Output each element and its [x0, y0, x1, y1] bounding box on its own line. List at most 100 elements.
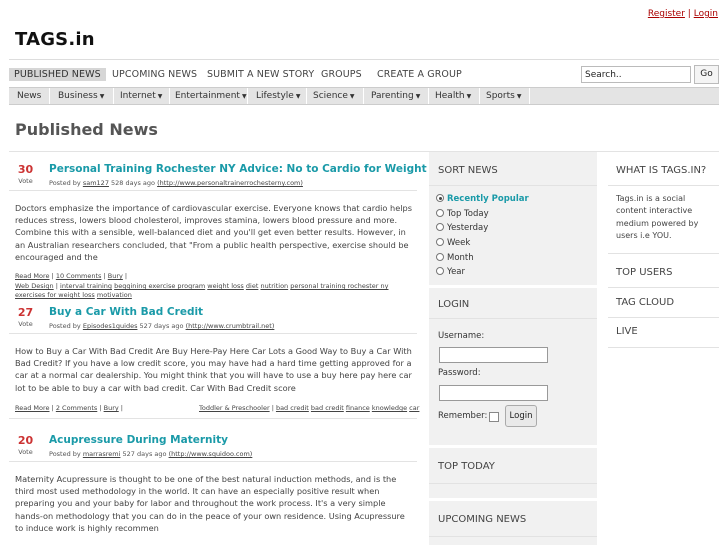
live-heading[interactable]: LIVE [616, 326, 638, 337]
divider [429, 185, 597, 186]
comments-link[interactable]: 10 Comments [56, 272, 102, 280]
story-url[interactable]: (http://www.crumbtrail.net) [186, 322, 275, 330]
radio-icon [436, 223, 444, 231]
story-item: 27 Vote Buy a Car With Bad Credit Posted… [9, 306, 420, 426]
chevron-down-icon: ▼ [157, 93, 163, 100]
sort-option-month[interactable]: Month [436, 253, 474, 263]
category-news[interactable]: News [17, 91, 41, 101]
category-lifestyle[interactable]: Lifestyle ▼ [256, 91, 300, 101]
sort-option-top-today[interactable]: Top Today [436, 209, 489, 219]
category-bar: News Business ▼ Internet ▼ Entertainment ▼ … [9, 87, 719, 105]
top-today-heading[interactable]: TOP TODAY [438, 461, 495, 472]
password-label: Password: [438, 368, 481, 378]
divider [429, 498, 597, 501]
top-links-separator: | [687, 9, 691, 19]
nav-published-news[interactable]: PUBLISHED NEWS [9, 68, 106, 81]
story-tags: Toddler & Preschooler | bad credit bad c… [199, 404, 420, 412]
tag-link[interactable]: nutrition [260, 282, 288, 290]
story-url[interactable]: (http://www.squidoo.com) [169, 450, 253, 458]
category-entertainment[interactable]: Entertainment ▼ [175, 91, 247, 101]
chevron-down-icon: ▼ [349, 93, 355, 100]
tag-link[interactable]: motivation [97, 291, 132, 299]
category-internet[interactable]: Internet ▼ [120, 91, 162, 101]
divider [608, 253, 719, 254]
story-title[interactable]: Buy a Car With Bad Credit [49, 306, 203, 318]
sort-option-year[interactable]: Year [436, 267, 465, 277]
vote-count: 27 [17, 306, 34, 319]
search-go-button[interactable]: Go [694, 65, 719, 84]
remember-label: Remember: [438, 411, 488, 421]
nav-upcoming-news[interactable]: UPCOMING NEWS [112, 69, 197, 80]
story-title[interactable]: Personal Training Rochester NY Advice: N… [49, 163, 457, 175]
sort-option-week[interactable]: Week [436, 238, 470, 248]
tag-link[interactable]: knowledge [372, 404, 407, 412]
story-author[interactable]: sam127 [83, 179, 109, 187]
story-actions: Read More | 10 Comments | Bury | [15, 272, 128, 280]
story-meta: Posted by Episodes1guides 527 days ago (… [49, 322, 275, 330]
tag-link[interactable]: personal training rochester ny [290, 282, 388, 290]
bury-link[interactable]: Bury [104, 404, 119, 412]
category-health[interactable]: Health ▼ [435, 91, 471, 101]
tag-cloud-heading[interactable]: TAG CLOUD [616, 297, 674, 308]
vote-label: Vote [18, 320, 33, 328]
group-link[interactable]: Web Design [15, 282, 54, 290]
top-users-heading[interactable]: TOP USERS [616, 267, 672, 278]
chevron-down-icon: ▼ [516, 93, 522, 100]
tag-link[interactable]: finance [346, 404, 370, 412]
read-more-link[interactable]: Read More [15, 404, 50, 412]
register-link[interactable]: Register [648, 9, 685, 19]
story-author[interactable]: marrasremi [83, 450, 121, 458]
login-link[interactable]: Login [694, 9, 718, 19]
what-is-heading: WHAT IS TAGS.IN? [616, 165, 707, 176]
vote-box[interactable]: 20 Vote [9, 434, 42, 456]
sort-option-yesterday[interactable]: Yesterday [436, 223, 488, 233]
vote-count: 30 [17, 163, 34, 176]
tag-link[interactable]: bad credit [311, 404, 344, 412]
nav-groups[interactable]: GROUPS [321, 69, 362, 80]
tag-link[interactable]: weight loss [207, 282, 244, 290]
radio-icon [436, 238, 444, 246]
story-url[interactable]: (http://www.personaltrainerrochesterny.c… [157, 179, 303, 187]
category-sports[interactable]: Sports ▼ [486, 91, 521, 101]
login-heading: LOGIN [438, 299, 470, 310]
tag-link[interactable]: exercises for weight loss [15, 291, 95, 299]
login-button[interactable]: Login [505, 405, 537, 427]
group-link[interactable]: Toddler & Preschooler [199, 404, 270, 412]
vote-box[interactable]: 27 Vote [9, 306, 42, 328]
chevron-down-icon: ▼ [295, 93, 301, 100]
tag-link[interactable]: car [409, 404, 419, 412]
tag-link[interactable]: bad credit [276, 404, 309, 412]
remember-checkbox[interactable] [489, 412, 499, 422]
sort-option-recently-popular[interactable]: Recently Popular [436, 194, 529, 204]
tag-link[interactable]: diet [246, 282, 258, 290]
radio-selected-icon [436, 194, 444, 202]
read-more-link[interactable]: Read More [15, 272, 50, 280]
category-science[interactable]: Science ▼ [313, 91, 355, 101]
story-body: Maternity Acupressure is thought to be o… [15, 474, 405, 533]
divider [608, 317, 719, 318]
password-field[interactable] [439, 385, 548, 401]
divider [9, 333, 417, 334]
about-text: Tags.in is a social content interactive … [616, 194, 699, 240]
divider [608, 287, 719, 288]
tag-link[interactable]: beggining exercise program [114, 282, 205, 290]
search-input[interactable] [581, 66, 691, 83]
upcoming-news-heading[interactable]: UPCOMING NEWS [438, 514, 526, 525]
category-parenting[interactable]: Parenting ▼ [371, 91, 420, 101]
radio-icon [436, 253, 444, 261]
divider [9, 461, 417, 462]
vote-box[interactable]: 30 Vote [9, 163, 42, 185]
story-author[interactable]: Episodes1guides [83, 322, 138, 330]
story-title[interactable]: Acupressure During Maternity [49, 434, 228, 446]
nav-create-group[interactable]: CREATE A GROUP [377, 69, 462, 80]
bury-link[interactable]: Bury [108, 272, 123, 280]
username-field[interactable] [439, 347, 548, 363]
story-body: How to Buy a Car With Bad Credit Are Buy… [15, 346, 412, 393]
radio-icon [436, 267, 444, 275]
story-item: 30 Vote Personal Training Rochester NY A… [9, 163, 457, 303]
nav-submit-story[interactable]: SUBMIT A NEW STORY [207, 69, 314, 80]
site-logo[interactable]: TAGS.in [15, 29, 95, 50]
comments-link[interactable]: 2 Comments [56, 404, 97, 412]
tag-link[interactable]: interval training [60, 282, 112, 290]
category-business[interactable]: Business ▼ [58, 91, 104, 101]
